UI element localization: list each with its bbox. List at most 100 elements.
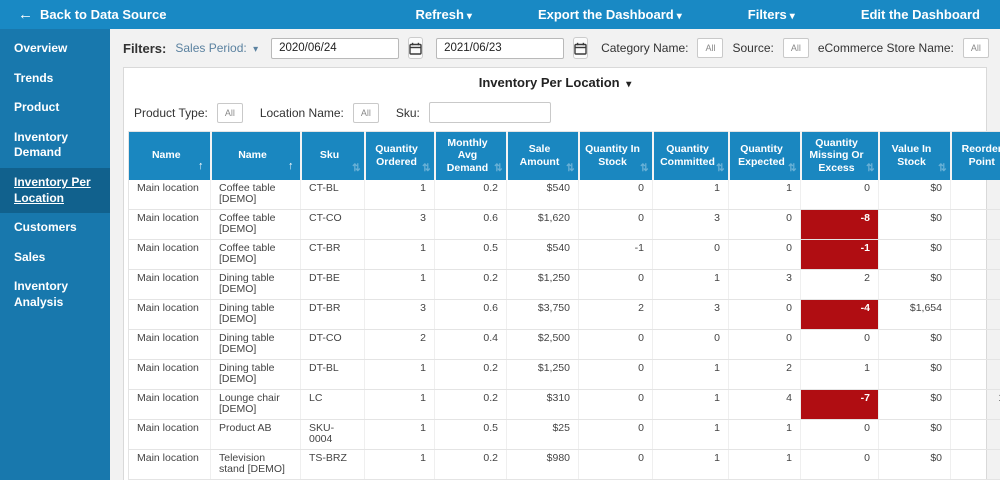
- sidebar-item-customers[interactable]: Customers: [0, 213, 110, 243]
- column-label: Quantity Ordered: [375, 143, 418, 168]
- cell: -4: [801, 299, 879, 329]
- cell: Dining table [DEMO]: [211, 359, 301, 389]
- cell: 1: [365, 419, 435, 449]
- topbar-menu-refresh[interactable]: Refresh▾: [415, 7, 471, 22]
- column-label: Sale Amount: [520, 143, 560, 168]
- inventory-table: Name↑Name↑Sku⇅Quantity Ordered⇅Monthly A…: [128, 131, 1000, 480]
- column-header-name[interactable]: Name↑: [129, 132, 211, 180]
- column-header-value-in-stock[interactable]: Value In Stock ⇅: [879, 132, 951, 180]
- cell: 0: [653, 329, 729, 359]
- column-header-reorder-point[interactable]: Reorder Point⇅: [951, 132, 1000, 180]
- column-label: Value In Stock: [892, 143, 932, 168]
- cell: 0.5: [435, 419, 507, 449]
- column-header-sale-amount[interactable]: Sale Amount⇅: [507, 132, 579, 180]
- sku-input[interactable]: [429, 102, 551, 123]
- cell: LC: [301, 389, 365, 419]
- topbar-menu-filters[interactable]: Filters▾: [748, 7, 795, 22]
- cell: $540: [507, 180, 579, 210]
- cell: $3,750: [507, 299, 579, 329]
- column-header-quantity-expected[interactable]: Quantity Expected⇅: [729, 132, 801, 180]
- sku-label: Sku:: [396, 106, 420, 120]
- sidebar-item-sales[interactable]: Sales: [0, 243, 110, 273]
- calendar-to-button[interactable]: [573, 37, 588, 59]
- cell: 0: [729, 299, 801, 329]
- sales-period-label: Sales Period:: [175, 41, 246, 55]
- cell: 3: [653, 299, 729, 329]
- cell: 10: [951, 389, 1000, 419]
- cell: Product AB: [211, 419, 301, 449]
- inventory-panel: Inventory Per Location ▾ Product Type: A…: [123, 67, 987, 480]
- cell: 1: [365, 389, 435, 419]
- table-row: Main locationTelevision stand [DEMO]TS-B…: [129, 449, 1000, 479]
- sort-icon: ⇅: [422, 163, 430, 175]
- column-header-quantity-missing-or-excess[interactable]: Quantity Missing Or Excess⇅: [801, 132, 879, 180]
- cell: 1: [653, 180, 729, 210]
- sidebar-item-inventory-analysis[interactable]: Inventory Analysis: [0, 272, 110, 317]
- cell: 0: [729, 329, 801, 359]
- source-select[interactable]: All: [783, 38, 809, 58]
- filter-bar: Filters: Sales Period: ▾ Category Name: …: [123, 34, 987, 62]
- cell: CT-BR: [301, 239, 365, 269]
- column-header-name[interactable]: Name↑: [211, 132, 301, 180]
- column-label: Quantity Committed: [660, 143, 715, 168]
- sales-period-dropdown[interactable]: Sales Period: ▾: [175, 41, 258, 55]
- column-label: Reorder Point: [962, 143, 1000, 168]
- cell: 0: [579, 419, 653, 449]
- category-name-select[interactable]: All: [697, 38, 723, 58]
- back-to-data-source-button[interactable]: ← Back to Data Source: [18, 7, 166, 22]
- date-to-input[interactable]: [436, 38, 564, 59]
- cell: $1,250: [507, 359, 579, 389]
- column-header-monthly-avg-demand[interactable]: Monthly Avg Demand⇅: [435, 132, 507, 180]
- sort-icon: ⇅: [640, 163, 648, 175]
- cell: Main location: [129, 359, 211, 389]
- calendar-icon: [409, 42, 422, 55]
- cell: Main location: [129, 269, 211, 299]
- cell: 1: [801, 359, 879, 389]
- cell: Main location: [129, 299, 211, 329]
- column-header-sku[interactable]: Sku⇅: [301, 132, 365, 180]
- cell: 0: [801, 449, 879, 479]
- table-row: Main locationDining table [DEMO]DT-BR30.…: [129, 299, 1000, 329]
- column-header-quantity-in-stock[interactable]: Quantity In Stock⇅: [579, 132, 653, 180]
- topbar-menu-export-the-dashboard[interactable]: Export the Dashboard▾: [538, 7, 682, 22]
- sidebar: OverviewTrendsProductInventory DemandInv…: [0, 29, 110, 480]
- sidebar-item-inventory-per-location[interactable]: Inventory Per Location: [0, 168, 110, 213]
- sidebar-item-inventory-demand[interactable]: Inventory Demand: [0, 123, 110, 168]
- cell: 0: [801, 329, 879, 359]
- topbar-menu-edit-the-dashboard[interactable]: Edit the Dashboard: [861, 7, 980, 22]
- sidebar-item-trends[interactable]: Trends: [0, 64, 110, 94]
- sidebar-item-overview[interactable]: Overview: [0, 34, 110, 64]
- cell: 2: [729, 359, 801, 389]
- cell: 1: [653, 449, 729, 479]
- sub-filter-bar: Product Type: All Location Name: All Sku…: [124, 93, 986, 130]
- cell: $1,654: [879, 299, 951, 329]
- column-header-quantity-committed[interactable]: Quantity Committed⇅: [653, 132, 729, 180]
- sort-asc-icon: ↑: [198, 160, 204, 173]
- cell: 0: [579, 329, 653, 359]
- column-header-quantity-ordered[interactable]: Quantity Ordered ⇅: [365, 132, 435, 180]
- cell: Main location: [129, 329, 211, 359]
- cell: 1: [653, 269, 729, 299]
- product-type-select[interactable]: All: [217, 103, 243, 123]
- cell: 0.6: [435, 209, 507, 239]
- location-name-select[interactable]: All: [353, 103, 379, 123]
- calendar-from-button[interactable]: [408, 37, 423, 59]
- cell: $1,620: [507, 209, 579, 239]
- cell: DT-BE: [301, 269, 365, 299]
- date-from-input[interactable]: [271, 38, 399, 59]
- sort-icon: ⇅: [938, 163, 946, 175]
- sort-icon: ⇅: [352, 163, 360, 175]
- main-content: Filters: Sales Period: ▾ Category Name: …: [110, 29, 1000, 480]
- cell: 0: [951, 269, 1000, 299]
- cell: $0: [879, 239, 951, 269]
- cell: 1: [365, 239, 435, 269]
- cell: -8: [801, 209, 879, 239]
- cell: $0: [879, 329, 951, 359]
- cell: $0: [879, 389, 951, 419]
- store-name-select[interactable]: All: [963, 38, 989, 58]
- cell: 2: [801, 269, 879, 299]
- sidebar-item-product[interactable]: Product: [0, 93, 110, 123]
- panel-title-dropdown[interactable]: Inventory Per Location ▾: [124, 68, 986, 93]
- column-label: Quantity Missing Or Excess: [809, 137, 863, 174]
- column-label: Quantity In Stock: [585, 143, 640, 168]
